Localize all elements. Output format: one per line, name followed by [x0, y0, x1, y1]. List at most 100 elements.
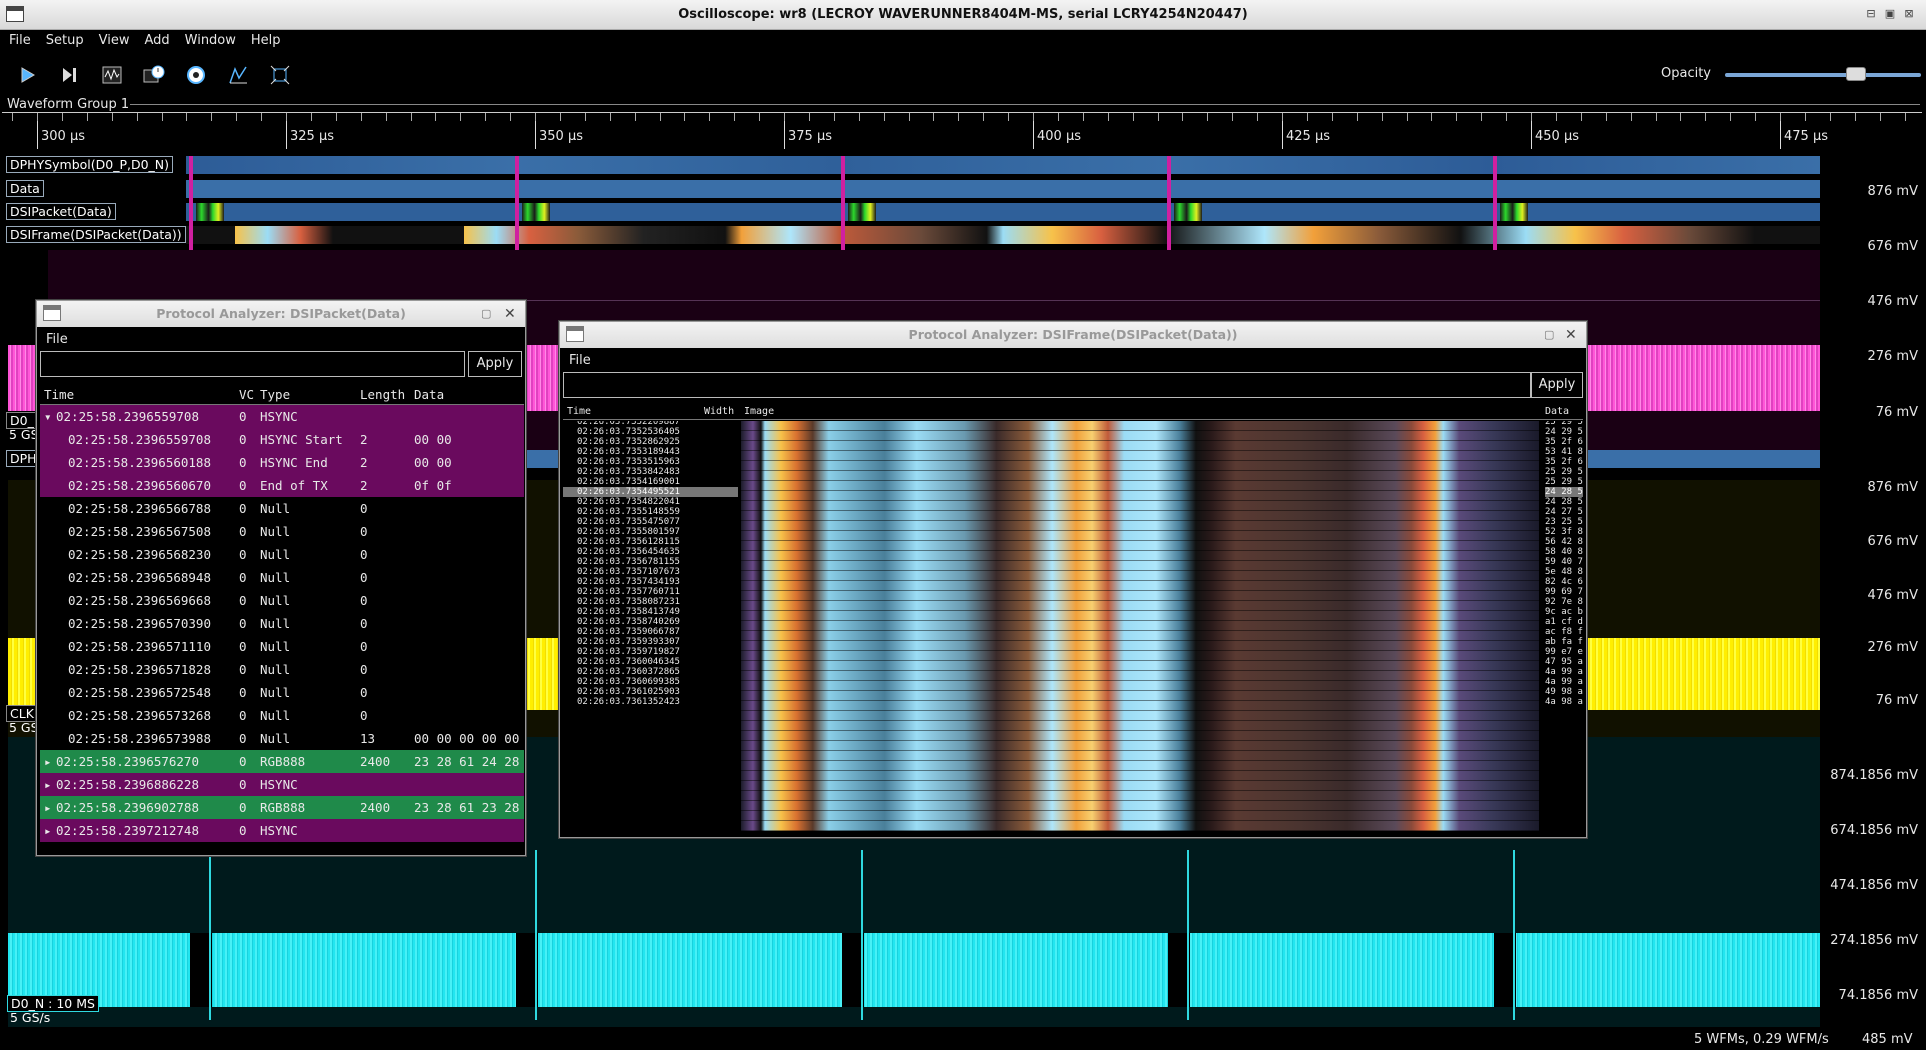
- packet-dialog-title-bar[interactable]: Protocol Analyzer: DSIPacket(Data) ▢ ✕: [37, 301, 525, 327]
- fullscreen-icon[interactable]: [266, 61, 294, 89]
- col-length[interactable]: Length: [360, 387, 405, 402]
- target-icon[interactable]: [182, 61, 210, 89]
- data-bus[interactable]: [186, 180, 1820, 198]
- table-row[interactable]: 02:26:03.7354822041 24 28 5: [563, 497, 1583, 507]
- table-row[interactable]: ▸ 02:25:58.2396886228 0 HSYNC: [40, 773, 524, 796]
- table-row[interactable]: 02:25:58.2396573268 0 Null 0: [40, 704, 524, 727]
- lane-label-dphy[interactable]: DPHYSymbol(D0_P,D0_N): [6, 156, 174, 173]
- table-row[interactable]: 02:26:03.7354495521 24 28 5: [563, 487, 1583, 497]
- opacity-slider[interactable]: [1725, 73, 1921, 77]
- col-data[interactable]: Data: [1545, 406, 1569, 417]
- table-row[interactable]: ▸ 02:25:58.2396576270 0 RGB888 2400 23 28 61 …: [40, 750, 524, 773]
- table-row[interactable]: 02:25:58.2396559708 0 HSYNC Start 2 00 00: [40, 428, 524, 451]
- table-row[interactable]: 02:25:58.2396570390 0 Null 0: [40, 612, 524, 635]
- packet-dialog-menu-file[interactable]: File: [37, 327, 525, 349]
- table-row[interactable]: 02:26:03.7359066787 ac f8 f: [563, 627, 1583, 637]
- step-icon[interactable]: [56, 61, 84, 89]
- close-icon[interactable]: ✕: [504, 301, 516, 327]
- packet-filter-input[interactable]: [40, 351, 465, 377]
- frame-apply-button[interactable]: Apply: [1531, 372, 1583, 398]
- lane-label-dsiframe[interactable]: DSIFrame(DSIPacket(Data)): [6, 226, 186, 243]
- frame-analyzer-dialog[interactable]: Protocol Analyzer: DSIFrame(DSIPacket(Da…: [559, 321, 1587, 838]
- expand-toggle-icon[interactable]: ▸: [44, 823, 52, 838]
- table-row[interactable]: 02:26:03.7360699385 4a 99 a: [563, 677, 1583, 687]
- table-row[interactable]: 02:25:58.2396567508 0 Null 0: [40, 520, 524, 543]
- table-row[interactable]: 02:26:03.7361025903 49 98 a: [563, 687, 1583, 697]
- frame-dialog-menu-file[interactable]: File: [560, 348, 1586, 370]
- table-row[interactable]: 02:26:03.7358740269 a1 cf d: [563, 617, 1583, 627]
- close-icon[interactable]: ⊠: [1902, 7, 1916, 21]
- table-row[interactable]: 02:26:03.7357107673 5e 48 8: [563, 567, 1583, 577]
- table-row[interactable]: 02:26:03.7360046345 47 95 a: [563, 657, 1583, 667]
- table-row[interactable]: 02:26:03.7355801597 52 3f 8: [563, 527, 1583, 537]
- expand-toggle-icon[interactable]: ▸: [44, 800, 52, 815]
- maximize-icon[interactable]: ▢: [1544, 322, 1554, 348]
- col-vc[interactable]: VC: [239, 387, 254, 402]
- col-width[interactable]: Width: [704, 406, 734, 417]
- table-row[interactable]: 02:26:03.7360372865 4a 99 a: [563, 667, 1583, 677]
- close-icon[interactable]: ✕: [1565, 322, 1577, 348]
- table-row[interactable]: 02:26:03.7355475077 23 25 5: [563, 517, 1583, 527]
- table-row[interactable]: 02:26:03.7353842483 25 29 5: [563, 467, 1583, 477]
- table-row[interactable]: 02:25:58.2396560188 0 HSYNC End 2 00 00: [40, 451, 524, 474]
- table-row[interactable]: 02:26:03.7356454635 58 40 8: [563, 547, 1583, 557]
- table-row[interactable]: 02:26:03.7355148559 24 27 5: [563, 507, 1583, 517]
- table-row[interactable]: 02:26:03.7353189443 53 41 8: [563, 447, 1583, 457]
- table-row[interactable]: 02:25:58.2396568948 0 Null 0: [40, 566, 524, 589]
- expand-toggle-icon[interactable]: ▸: [44, 754, 52, 769]
- table-row[interactable]: 02:26:03.7359719827 99 e7 e: [563, 647, 1583, 657]
- table-row[interactable]: 02:26:03.7356128115 56 42 8: [563, 537, 1583, 547]
- col-type[interactable]: Type: [260, 387, 290, 402]
- frame-dialog-title-bar[interactable]: Protocol Analyzer: DSIFrame(DSIPacket(Da…: [560, 322, 1586, 348]
- packet-apply-button[interactable]: Apply: [468, 351, 522, 377]
- minimize-icon[interactable]: ⊟: [1864, 7, 1878, 21]
- table-row[interactable]: 02:26:03.7354169001 25 29 5: [563, 477, 1583, 487]
- table-row[interactable]: 02:26:03.7357760711 99 69 7: [563, 587, 1583, 597]
- table-row[interactable]: 02:26:03.7353515963 35 2f 6: [563, 457, 1583, 467]
- col-time[interactable]: Time: [44, 387, 74, 402]
- table-row[interactable]: 02:25:58.2396572548 0 Null 0: [40, 681, 524, 704]
- table-row[interactable]: 02:26:03.7361352423 4a 98 a: [563, 697, 1583, 707]
- cursor-icon[interactable]: [224, 61, 252, 89]
- lane-label-data[interactable]: Data: [6, 180, 44, 197]
- dphy-symbol-bus[interactable]: [186, 156, 1820, 174]
- maximize-icon[interactable]: ▢: [481, 301, 491, 327]
- menu-help[interactable]: Help: [242, 30, 287, 48]
- table-row[interactable]: 02:25:58.2396568230 0 Null 0: [40, 543, 524, 566]
- dsi-packet-bus[interactable]: [186, 203, 1820, 221]
- menu-file[interactable]: File: [0, 30, 37, 48]
- time-ruler[interactable]: 300 µs 325 µs 350 µs 375 µs 400 µs 425 µ…: [2, 112, 1922, 149]
- maximize-icon[interactable]: ▣: [1883, 7, 1897, 21]
- table-row[interactable]: 02:25:58.2396566788 0 Null 0: [40, 497, 524, 520]
- col-image[interactable]: Image: [744, 406, 774, 417]
- opacity-slider-thumb[interactable]: [1846, 67, 1866, 81]
- table-row[interactable]: 02:25:58.2396569668 0 Null 0: [40, 589, 524, 612]
- table-row[interactable]: 02:26:03.7356781155 59 40 7: [563, 557, 1583, 567]
- menu-setup[interactable]: Setup: [37, 30, 90, 48]
- menu-window[interactable]: Window: [176, 30, 242, 48]
- lane-label-dsipacket[interactable]: DSIPacket(Data): [6, 203, 116, 220]
- expand-toggle-icon[interactable]: ▾: [44, 409, 52, 424]
- waveform-icon[interactable]: [98, 61, 126, 89]
- table-row[interactable]: ▸ 02:25:58.2396902788 0 RGB888 2400 23 28 61 …: [40, 796, 524, 819]
- table-row[interactable]: ▾ 02:25:58.2396559708 0 HSYNC: [40, 405, 524, 428]
- frame-table-body[interactable]: 02:26:03.7352209887 25 29 5 02:26:03.73525…: [563, 421, 1583, 831]
- play-icon[interactable]: [13, 61, 41, 89]
- table-row[interactable]: 02:26:03.7358413749 9c ac b: [563, 607, 1583, 617]
- col-data[interactable]: Data: [414, 387, 444, 402]
- table-row[interactable]: 02:25:58.2396560670 0 End of TX 2 0f 0f: [40, 474, 524, 497]
- d0n-analog-trace[interactable]: [8, 933, 1820, 1007]
- table-row[interactable]: 02:25:58.2396571110 0 Null 0: [40, 635, 524, 658]
- table-row[interactable]: 02:26:03.7359393307 ab fa f: [563, 637, 1583, 647]
- table-row[interactable]: 02:26:03.7352862925 35 2f 6: [563, 437, 1583, 447]
- menu-view[interactable]: View: [90, 30, 136, 48]
- history-icon[interactable]: [140, 61, 168, 89]
- packet-analyzer-dialog[interactable]: Protocol Analyzer: DSIPacket(Data) ▢ ✕ F…: [36, 300, 526, 856]
- table-row[interactable]: ▸ 02:25:58.2397212748 0 HSYNC: [40, 819, 524, 842]
- table-row[interactable]: 02:26:03.7357434193 82 4c 6: [563, 577, 1583, 587]
- expand-toggle-icon[interactable]: ▸: [44, 777, 52, 792]
- table-row[interactable]: 02:25:58.2396573988 0 Null 13 00 00 00 00 00: [40, 727, 524, 750]
- menu-add[interactable]: Add: [135, 30, 175, 48]
- col-time[interactable]: Time: [567, 406, 591, 417]
- dsi-frame-bus[interactable]: [186, 226, 1820, 244]
